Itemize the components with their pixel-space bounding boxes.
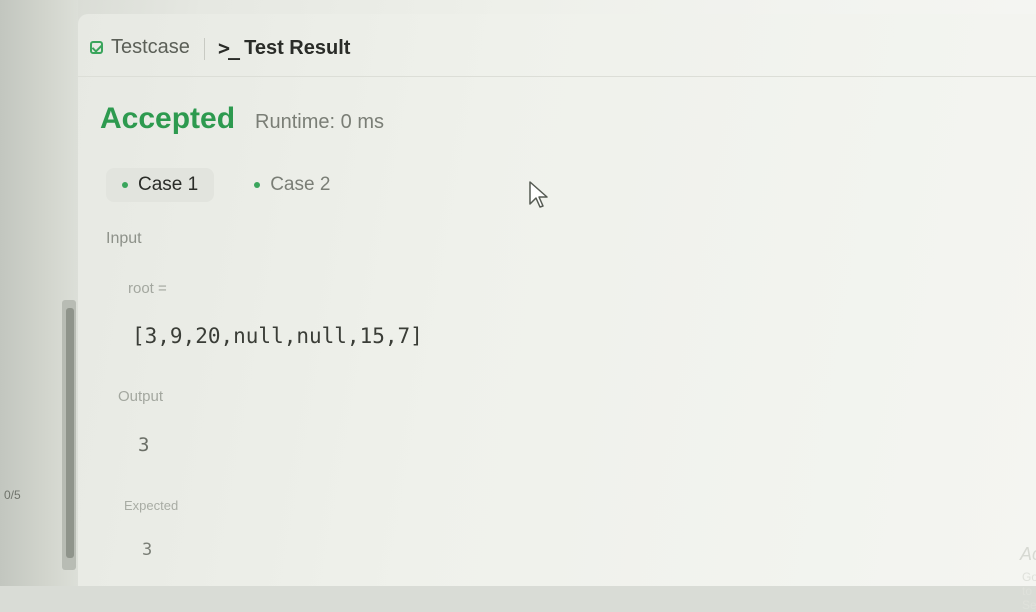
input-label: Input: [106, 230, 142, 247]
problem-counter: 0/5: [4, 488, 21, 502]
dot-icon: [122, 182, 128, 188]
case-tab-1[interactable]: Case 1: [106, 168, 215, 202]
case-tab-2[interactable]: Case 2: [238, 168, 346, 202]
mouse-cursor-icon: [529, 181, 548, 208]
tab-test-result-label: Test Result: [244, 36, 351, 59]
result-status-row: Accepted Runtime: 0 ms: [100, 102, 384, 136]
case-tabs: Case 1 Case 2: [106, 168, 370, 202]
runtime-text: Runtime: 0 ms: [255, 111, 384, 133]
activate-watermark-title: Activate: [1020, 544, 1036, 564]
activate-watermark-subtitle: Go to Setti: [1022, 570, 1036, 612]
status-accepted: Accepted: [100, 102, 236, 135]
scrollbar-thumb[interactable]: [66, 308, 74, 558]
expected-value: 3: [142, 540, 153, 560]
root-value: [3,9,20,null,null,15,7]: [132, 324, 423, 348]
test-result-panel: Testcase >_ Test Result Accepted Runtime…: [78, 14, 1036, 612]
case-tab-label: Case 2: [270, 174, 331, 195]
panel-tabbar: Testcase >_ Test Result: [78, 14, 1036, 77]
case-tab-label: Case 1: [138, 174, 199, 195]
terminal-icon: >_: [218, 36, 240, 60]
output-value: 3: [138, 434, 150, 456]
expected-label: Expected: [124, 498, 179, 513]
dot-icon: [254, 182, 261, 188]
checkbox-icon: [90, 41, 103, 54]
tab-testcase[interactable]: Testcase: [90, 36, 190, 59]
tab-divider: [204, 38, 205, 60]
screen: 0/5 Testcase >_ Test Result Accepted Run…: [0, 0, 1036, 612]
output-label: Output: [118, 388, 164, 405]
tab-testcase-label: Testcase: [111, 36, 190, 58]
tab-test-result[interactable]: >_ Test Result: [218, 36, 350, 60]
var-name-label: root =: [128, 280, 167, 297]
